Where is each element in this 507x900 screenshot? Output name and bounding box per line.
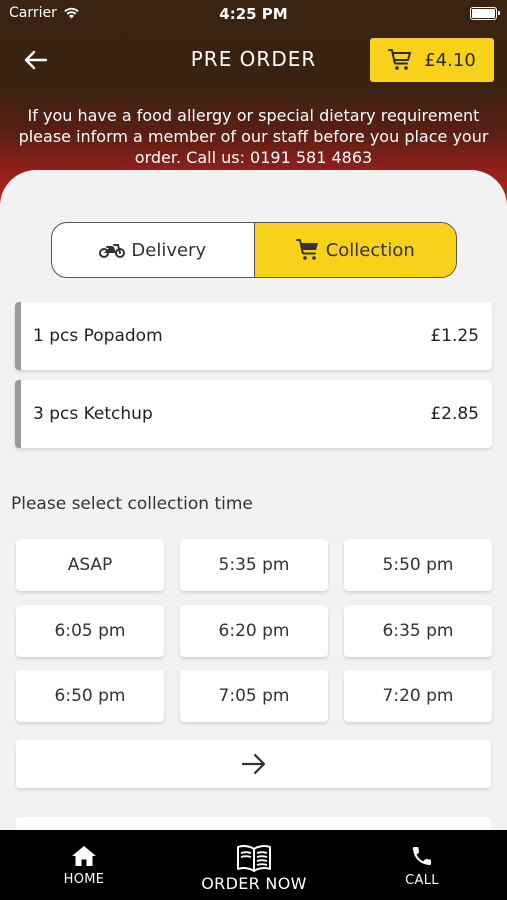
time-slot[interactable]: 6:20 pm <box>180 605 328 657</box>
cart-item[interactable]: 3 pcs Ketchup £2.85 <box>15 380 492 448</box>
status-time: 4:25 PM <box>219 5 288 23</box>
phone-icon <box>413 847 431 865</box>
time-slot[interactable]: 6:50 pm <box>16 670 164 722</box>
more-times-button[interactable] <box>16 740 491 788</box>
nav-call[interactable]: CALL <box>382 830 462 900</box>
cart-button[interactable]: £4.10 <box>370 38 494 82</box>
cart-item[interactable]: 1 pcs Popadom £1.25 <box>15 302 492 370</box>
arrow-right-icon <box>241 753 265 775</box>
shopping-cart-icon <box>295 239 318 260</box>
nav-order-now-label: ORDER NOW <box>201 874 307 893</box>
nav-home[interactable]: HOME <box>44 830 124 900</box>
collection-option[interactable]: Collection <box>253 223 456 277</box>
collection-time-label: Please select collection time <box>11 494 253 514</box>
time-slot[interactable]: 7:05 pm <box>180 670 328 722</box>
nav-home-label: HOME <box>63 872 105 887</box>
menu-book-icon <box>237 845 271 872</box>
time-slot[interactable]: 6:35 pm <box>344 605 492 657</box>
delivery-label: Delivery <box>131 239 207 261</box>
time-slot-asap[interactable]: ASAP <box>16 539 164 591</box>
nav-order-now[interactable]: ORDER NOW <box>193 830 315 900</box>
collection-label: Collection <box>325 239 415 261</box>
cart-total: £4.10 <box>424 49 476 71</box>
cart-item-name: 3 pcs Ketchup <box>33 404 153 424</box>
order-type-toggle: Delivery Collection <box>51 222 457 278</box>
status-bar: Carrier 4:25 PM <box>0 0 507 28</box>
cart-item-name: 1 pcs Popadom <box>33 326 163 346</box>
allergy-notice: If you have a food allergy or special di… <box>18 106 489 167</box>
home-icon <box>72 846 96 866</box>
time-slot[interactable]: 7:20 pm <box>344 670 492 722</box>
battery-icon <box>470 7 500 20</box>
time-slot[interactable]: 6:05 pm <box>16 605 164 657</box>
cart-item-price: £1.25 <box>430 326 479 346</box>
next-card <box>16 817 491 830</box>
time-slot[interactable]: 5:35 pm <box>180 539 328 591</box>
bottom-nav: HOME ORDER NOW CALL <box>0 830 507 900</box>
time-slot[interactable]: 5:50 pm <box>344 539 492 591</box>
delivery-option[interactable]: Delivery <box>52 223 254 277</box>
nav-call-label: CALL <box>405 873 439 888</box>
cart-item-price: £2.85 <box>430 404 479 424</box>
shopping-cart-icon <box>388 49 412 70</box>
content-sheet: Delivery Collection 1 pcs Popadom £1.25 … <box>0 170 507 830</box>
motorbike-icon <box>99 244 126 258</box>
